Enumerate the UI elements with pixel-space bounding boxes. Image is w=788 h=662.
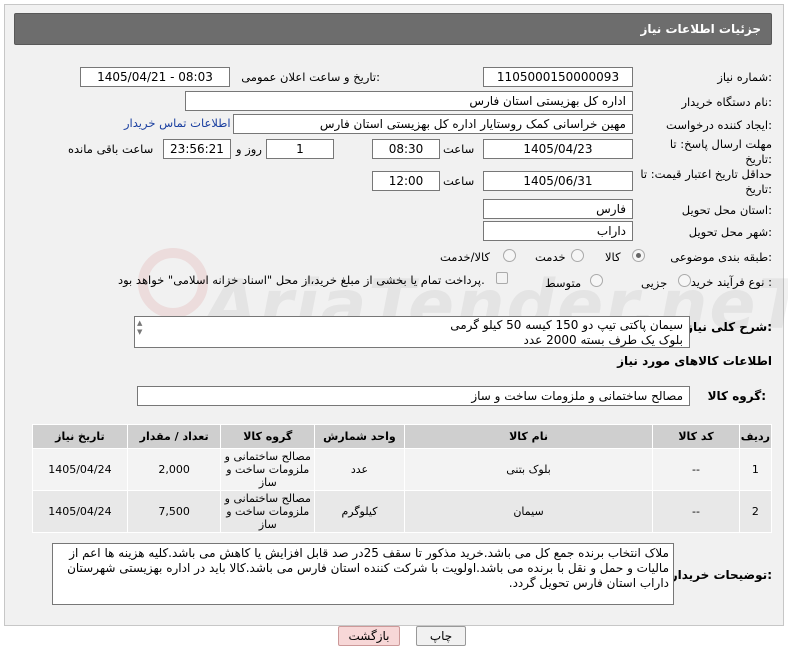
cell-unit: عدد	[314, 448, 405, 491]
category-radio-goods[interactable]	[632, 249, 645, 262]
cell-group: مصالح ساختمانی و ملزومات ساخت و ساز	[220, 490, 316, 533]
validity-label: حداقل تاریخ اعتبار قیمت: تا تاریخ:	[640, 167, 772, 196]
deadline-time-label: ساعت	[443, 142, 475, 156]
process-option-medium: متوسط	[545, 276, 582, 290]
process-label: نوع فرآیند خرید :	[690, 275, 772, 289]
buyer-notes-label: توضیحات خریدار:	[670, 568, 772, 582]
cell-row-number: 1	[738, 448, 773, 491]
goods-group-label: گروه کالا:	[707, 389, 766, 403]
table-row: 1 -- بلوک بتنی عدد مصالح ساختمانی و ملزو…	[32, 448, 773, 491]
buyer-notes-textarea[interactable]: ملاک انتخاب برنده جمع کل می باشد.خرید مذ…	[52, 543, 674, 605]
city-label: شهر محل تحویل:	[688, 225, 772, 239]
print-button[interactable]: چاپ	[416, 626, 466, 646]
goods-table: ردیف کد کالا نام کالا واحد شمارش گروه کا…	[32, 424, 773, 533]
cell-group: مصالح ساختمانی و ملزومات ساخت و ساز	[220, 448, 316, 491]
deadline-time-field: 08:30	[372, 139, 440, 159]
validity-time-label: ساعت	[443, 174, 475, 188]
category-option-service: خدمت	[535, 250, 566, 264]
col-header-code: کد کالا	[652, 424, 740, 449]
cell-date: 1405/04/24	[32, 448, 128, 491]
buyer-org-field: اداره کل بهزیستی استان فارس	[185, 91, 633, 111]
category-radio-service[interactable]	[571, 249, 584, 262]
days-label: روز و	[236, 142, 262, 156]
validity-date-field: 1405/06/31	[483, 171, 633, 191]
cell-unit: کیلوگرم	[314, 490, 405, 533]
cell-quantity: 7,500	[126, 490, 222, 533]
col-header-quantity: تعداد / مقدار	[126, 424, 222, 449]
col-header-date: تاریخ نیاز	[32, 424, 128, 449]
requester-field: مهین خراسانی کمک روستایار اداره کل بهزیس…	[233, 114, 633, 134]
category-label: طبقه بندی موضوعی:	[670, 250, 772, 264]
province-label: استان محل تحویل:	[681, 203, 772, 217]
cell-quantity: 2,000	[126, 448, 222, 491]
cell-code: --	[652, 490, 740, 533]
cell-date: 1405/04/24	[32, 490, 128, 533]
col-header-group: گروه کالا	[220, 424, 316, 449]
goods-group-field: مصالح ساختمانی و ملزومات ساخت و ساز	[137, 386, 690, 406]
need-number-field: 1105000150000093	[483, 67, 633, 87]
process-option-minor: جزیی	[641, 276, 668, 290]
remaining-label: ساعت باقی مانده	[68, 142, 154, 156]
buyer-contact-link[interactable]: اطلاعات تماس خریدار	[124, 116, 231, 130]
process-radio-medium[interactable]	[590, 274, 603, 287]
table-header-row: ردیف کد کالا نام کالا واحد شمارش گروه کا…	[32, 424, 773, 449]
scroll-down-icon[interactable]: ▼	[137, 328, 142, 336]
col-header-name: نام کالا	[403, 424, 654, 449]
requester-label: ایجاد کننده درخواست:	[666, 118, 772, 132]
announce-label: تاریخ و ساعت اعلان عمومی:	[241, 70, 380, 84]
summary-textarea[interactable]: سیمان پاکتی تیپ دو 150 کیسه 50 کیلو گرمی…	[134, 316, 690, 348]
treasury-note: پرداخت تمام یا بخشی از مبلغ خرید،از محل …	[118, 273, 485, 287]
need-number-label: شماره نیاز:	[717, 70, 772, 84]
cell-name: سیمان	[403, 490, 654, 533]
page-title: جزئیات اطلاعات نیاز	[640, 22, 761, 36]
deadline-label: مهلت ارسال پاسخ: تا تاریخ:	[669, 137, 772, 166]
col-header-row-number: ردیف	[738, 424, 773, 449]
summary-line-2: بلوک یک طرف بسته 2000 عدد	[523, 333, 683, 347]
treasury-checkbox[interactable]	[496, 272, 508, 284]
table-row: 2 -- سیمان کیلوگرم مصالح ساختمانی و ملزو…	[32, 490, 773, 533]
buyer-org-label: نام دستگاه خریدار:	[681, 95, 772, 109]
announce-field: 1405/04/21 - 08:03	[80, 67, 230, 87]
back-button[interactable]: بازگشت	[338, 626, 400, 646]
category-option-goods-service: کالا/خدمت	[440, 250, 491, 264]
category-radio-goods-service[interactable]	[503, 249, 516, 262]
validity-time-field: 12:00	[372, 171, 440, 191]
cell-name: بلوک بتنی	[403, 448, 654, 491]
process-radio-minor[interactable]	[678, 274, 691, 287]
category-option-goods: کالا	[605, 250, 621, 264]
cell-row-number: 2	[738, 490, 773, 533]
page-header: جزئیات اطلاعات نیاز	[14, 13, 772, 45]
goods-section-title: اطلاعات کالاهای مورد نیاز	[617, 354, 772, 368]
summary-label: شرح کلی نیاز:	[686, 320, 772, 334]
col-header-unit: واحد شمارش	[314, 424, 405, 449]
deadline-date-field: 1405/04/23	[483, 139, 633, 159]
scroll-up-icon[interactable]: ▲	[137, 319, 142, 327]
city-field: داراب	[483, 221, 633, 241]
remaining-time-field: 23:56:21	[163, 139, 231, 159]
days-count-field: 1	[266, 139, 334, 159]
province-field: فارس	[483, 199, 633, 219]
summary-line-1: سیمان پاکتی تیپ دو 150 کیسه 50 کیلو گرمی	[450, 318, 683, 332]
cell-code: --	[652, 448, 740, 491]
